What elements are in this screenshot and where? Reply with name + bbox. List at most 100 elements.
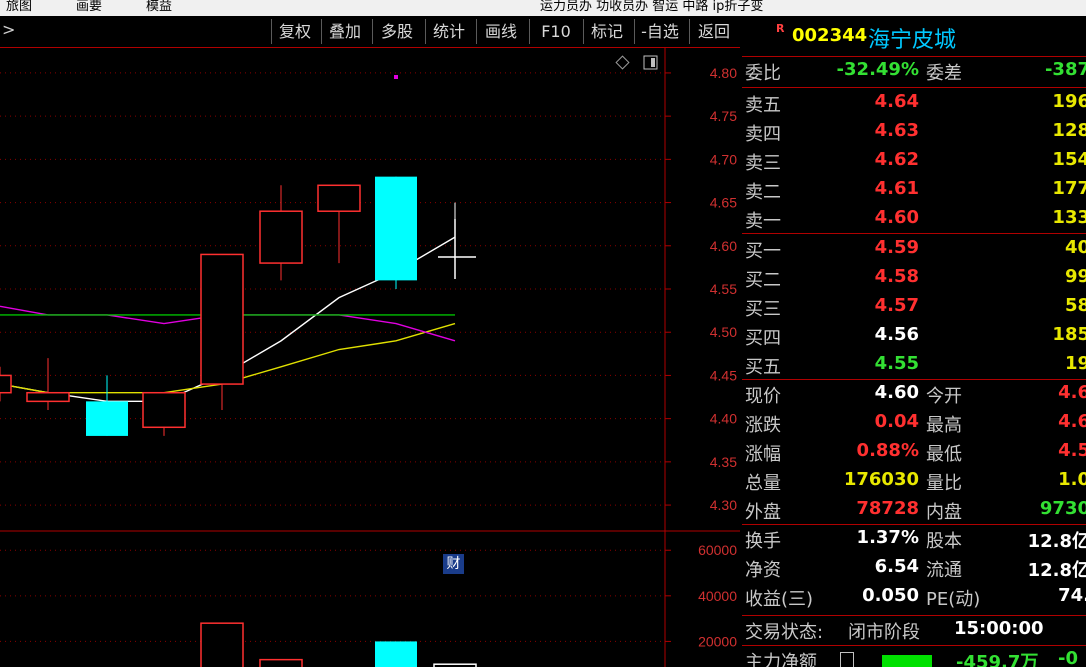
fuquan-button[interactable]: 复权 [271,19,318,44]
level-volume: 196 [1052,91,1086,112]
stock-name[interactable]: 海宁皮城 [868,22,956,54]
stats-row: 涨幅 0.88% 最低 4.5 [742,438,1086,467]
draw-line-button[interactable]: 画线 [476,19,525,44]
stats-label: 总量 [745,473,781,494]
price-axis-label: 4.60 [710,238,737,254]
overlay-button[interactable]: 叠加 [321,19,368,44]
finance-icon[interactable]: 财 [443,554,464,574]
level-label: 卖四 [745,124,781,145]
level-price: 4.59 [874,237,919,258]
info-label-2: 股本 [926,531,962,552]
level-price: 4.60 [874,207,919,228]
stats-label: 现价 [745,386,781,407]
level-label: 买五 [745,357,781,378]
level-label: 卖三 [745,153,781,174]
level-volume: 133 [1052,207,1086,228]
expand-arrow-icon[interactable]: > [2,20,15,39]
level-label: 买二 [745,270,781,291]
mark-button[interactable]: 标记 [583,19,630,44]
candle-body [26,391,70,403]
level-label: 买四 [745,328,781,349]
volume-bar [200,622,244,667]
stats-row: 总量 176030 量比 1.0 [742,467,1086,496]
menu-item[interactable]: 画要 [76,0,102,14]
stock-code: 002344 [792,25,868,46]
back-button[interactable]: 返回 [689,19,738,44]
price-axis-label: 4.75 [710,108,737,124]
stats-label-2: 今开 [926,386,962,407]
weicha-value: -387 [1044,59,1086,80]
kline-chart[interactable]: 4.80 4.75 4.70 4.65 4.60 4.55 4.50 4.45 4.40 4.35… [0,47,740,667]
volume-axis-label: 20000 [698,633,737,649]
stats-row: 现价 4.60 今开 4.6 [742,380,1086,409]
price-axis-label: 4.30 [710,497,737,513]
stats-label-2: 最高 [926,415,962,436]
menu-item[interactable]: 旅图 [6,0,32,14]
candle-body [86,401,128,436]
price-axis-label: 4.35 [710,454,737,470]
level-volume: 185 [1052,324,1086,345]
statistics-button[interactable]: 统计 [425,19,472,44]
divider [742,87,1086,88]
stats-row: 涨跌 0.04 最高 4.6 [742,409,1086,438]
chart-toolbar: > 复权 叠加 多股 统计 画线 F10 标记 -自选 返回 [0,17,740,48]
f10-button[interactable]: F10 [529,19,582,44]
stats-value-2: 9730 [1039,498,1086,519]
menu-right-text[interactable]: 运力员办 功收员办 智运 中路 ip折子变 [540,0,763,14]
stats-label-2: 量比 [926,473,962,494]
flow-bar [882,655,932,667]
price-axis-label: 4.45 [710,367,737,383]
level-volume: 154 [1052,149,1086,170]
stats-value-2: 4.6 [1058,382,1086,403]
price-axis-label: 4.55 [710,281,737,297]
stats-value: 0.88% [856,440,919,461]
order-book-row: 买一 4.59 40 [742,235,1086,264]
order-book-row: 卖一 4.60 133 [742,205,1086,234]
volume-axis-label: 40000 [698,588,737,604]
main-flow-value: -459.7万 [956,652,1039,667]
level-volume: 19 [1064,353,1086,374]
candle-body [0,374,12,394]
info-label: 收益(三) [745,589,814,610]
info-value: 1.37% [856,527,919,548]
candle-body [375,176,417,281]
stats-value-2: 1.0 [1058,469,1086,490]
info-value: 0.050 [862,585,919,606]
stats-value: 4.60 [874,382,919,403]
order-book-row: 卖四 4.63 128 [742,118,1086,147]
trade-status-label: 交易状态: [745,622,824,643]
level-volume: 99 [1064,266,1086,287]
info-value-2: 12.8亿 [1027,560,1086,581]
level-price: 4.61 [874,178,919,199]
stats-value: 0.04 [874,411,919,432]
info-row: 换手 1.37% 股本 12.8亿 [742,525,1086,554]
level-volume: 58 [1064,295,1086,316]
multi-stock-button[interactable]: 多股 [372,19,421,44]
weibi-row: 委比 -32.49% 委差 -387 [742,57,1086,86]
price-axis-label: 4.40 [710,411,737,427]
order-book-row: 卖二 4.61 177 [742,176,1086,205]
watchlist-button[interactable]: -自选 [634,19,685,44]
chart-area[interactable]: 4.80 4.75 4.70 4.65 4.60 4.55 4.50 4.45 4.40 4.35… [0,47,740,667]
level-label: 卖一 [745,211,781,232]
level-price: 4.57 [874,295,919,316]
app-menubar: 旅图 画要 模益 运力员办 功收员办 智运 中路 ip折子变 [0,0,1086,16]
trade-status-time: 15:00:00 [954,618,1044,639]
candle-body [259,210,303,264]
menu-item[interactable]: 模益 [146,0,172,14]
panel-toggle-icon[interactable] [643,55,658,70]
divider [742,233,1086,234]
level-volume: 40 [1064,237,1086,258]
stats-value-2: 4.5 [1058,440,1086,461]
price-axis-label: 4.50 [710,324,737,340]
level-volume: 177 [1052,178,1086,199]
level-label: 卖二 [745,182,781,203]
stats-value: 78728 [856,498,919,519]
info-row: 净资 6.54 流通 12.8亿 [742,554,1086,583]
info-label-2: PE(动) [926,589,981,610]
order-book-row: 卖三 4.62 154 [742,147,1086,176]
diamond-icon[interactable] [615,55,630,70]
list-icon[interactable] [840,652,854,667]
level-price: 4.64 [874,91,919,112]
main-flow-label: 主力净额 [745,652,817,667]
